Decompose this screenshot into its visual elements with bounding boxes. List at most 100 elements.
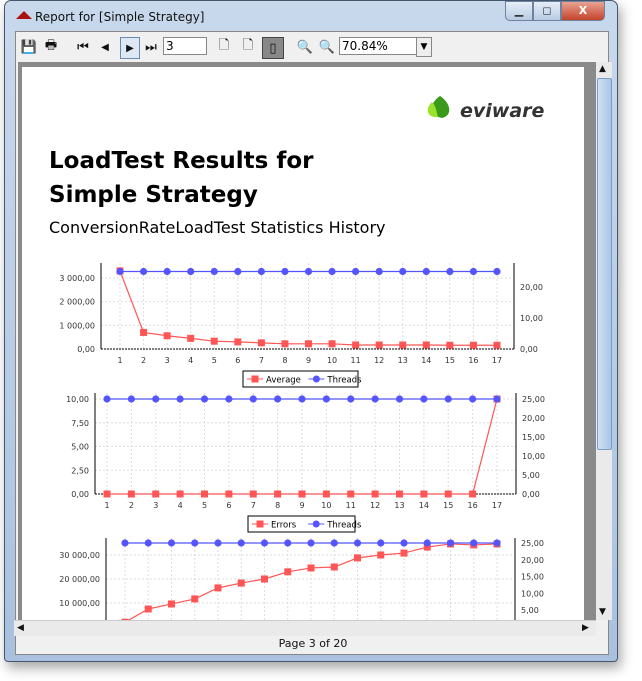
- close-button[interactable]: X: [561, 1, 605, 21]
- data-point-average: [352, 341, 360, 349]
- legend-marker: [312, 520, 320, 528]
- data-point-threads: [214, 539, 222, 547]
- single-page-icon[interactable]: 🗋: [216, 37, 232, 57]
- data-point-average: [328, 340, 336, 348]
- maximize-button[interactable]: ◻: [533, 1, 561, 21]
- page-number-input[interactable]: 3: [163, 37, 207, 55]
- data-point-series1: [144, 605, 152, 613]
- logo-text: eviware: [460, 100, 545, 122]
- vertical-scroll-thumb[interactable]: [597, 78, 612, 450]
- legend-label: Threads: [326, 376, 362, 386]
- report-title-line1: LoadTest Results for: [49, 148, 314, 174]
- right-tick-label: 10,00: [520, 314, 543, 323]
- minimize-button[interactable]: ▁: [505, 1, 533, 21]
- data-point-threads: [399, 267, 407, 276]
- right-tick-label: 20,00: [522, 414, 545, 423]
- previous-page-icon[interactable]: ◀: [98, 37, 112, 57]
- data-point-series1: [261, 575, 268, 583]
- left-tick-label: 10 000,00: [59, 599, 100, 608]
- scroll-down-icon[interactable]: ▼: [599, 607, 606, 617]
- right-tick-label: 0,00: [522, 490, 540, 499]
- data-point-errors: [420, 490, 428, 498]
- x-tick-label: 10: [321, 501, 331, 510]
- data-point-errors: [469, 490, 477, 498]
- x-tick-label: 12: [374, 356, 384, 365]
- legend-label: Threads: [326, 521, 362, 531]
- data-point-threads: [116, 267, 124, 276]
- data-point-threads: [352, 267, 360, 276]
- legend-marker: [312, 375, 320, 383]
- scroll-right-icon[interactable]: ▶: [582, 623, 589, 633]
- scroll-up-icon[interactable]: ▲: [599, 64, 606, 74]
- page-width-icon[interactable]: 🗋: [240, 37, 256, 57]
- data-point-threads: [187, 267, 195, 276]
- right-tick-label: 20,00: [521, 556, 544, 565]
- zoom-select[interactable]: 70.84%: [339, 37, 419, 55]
- data-point-average: [163, 332, 171, 340]
- data-point-average: [422, 341, 430, 349]
- horizontal-scrollbar[interactable]: ◀ ▶: [14, 620, 596, 636]
- first-page-icon[interactable]: ⏮: [76, 37, 90, 57]
- data-point-average: [446, 341, 454, 349]
- zoom-out-icon[interactable]: 🔍: [318, 37, 336, 57]
- x-tick-label: 1: [104, 501, 109, 510]
- data-point-threads: [237, 539, 245, 547]
- left-tick-label: 5,00: [71, 443, 89, 452]
- scroll-left-icon[interactable]: ◀: [17, 623, 24, 633]
- zoom-in-icon[interactable]: 🔍: [296, 37, 314, 57]
- data-point-threads: [163, 267, 171, 276]
- left-tick-label: 0,00: [71, 490, 89, 499]
- report-subtitle: ConversionRateLoadTest Statistics Histor…: [49, 218, 386, 237]
- data-point-threads: [139, 267, 148, 276]
- x-tick-label: 15: [445, 356, 455, 365]
- print-icon[interactable]: 🖶: [42, 37, 60, 57]
- data-point-threads: [152, 395, 160, 403]
- legend-label: Average: [266, 376, 301, 386]
- x-tick-label: 4: [178, 501, 183, 510]
- data-point-series1: [237, 579, 245, 587]
- data-point-average: [281, 340, 289, 348]
- data-point-threads: [347, 395, 355, 403]
- data-point-threads: [307, 539, 315, 547]
- data-point-threads: [444, 395, 452, 403]
- data-point-average: [469, 341, 477, 349]
- data-point-average: [493, 341, 501, 349]
- data-point-errors: [152, 490, 160, 498]
- right-tick-label: 25,00: [522, 395, 545, 404]
- zoom-dropdown-icon[interactable]: ▼: [416, 37, 432, 57]
- page-status: Page 3 of 20: [278, 637, 348, 650]
- save-icon[interactable]: 💾: [20, 37, 38, 57]
- left-tick-label: 0,00: [77, 345, 95, 354]
- whole-page-icon[interactable]: ▯: [262, 37, 284, 59]
- data-point-errors: [127, 490, 135, 498]
- data-point-threads: [423, 539, 431, 547]
- data-point-threads: [469, 267, 478, 276]
- data-point-threads: [375, 267, 383, 276]
- vertical-scrollbar[interactable]: ▲ ▼: [596, 62, 612, 620]
- data-point-threads: [304, 267, 313, 276]
- left-tick-label: 2 000,00: [59, 298, 95, 307]
- data-point-threads: [493, 539, 501, 547]
- x-tick-label: 8: [275, 501, 280, 510]
- next-page-icon[interactable]: ▶: [120, 37, 140, 59]
- data-point-threads: [249, 395, 257, 403]
- data-point-threads: [420, 395, 428, 403]
- report-title-line2: Simple Strategy: [49, 182, 258, 208]
- data-point-errors: [176, 490, 184, 498]
- report-page-viewport[interactable]: eviware LoadTest Results for Simple Stra…: [18, 62, 596, 620]
- x-tick-label: 11: [351, 356, 361, 365]
- data-point-threads: [328, 267, 336, 276]
- x-tick-label: 13: [398, 356, 408, 365]
- x-tick-label: 9: [299, 501, 304, 510]
- data-point-average: [187, 334, 195, 342]
- x-tick-label: 10: [327, 356, 337, 365]
- data-point-series1: [377, 551, 385, 559]
- data-point-threads: [446, 267, 454, 276]
- x-tick-label: 11: [346, 501, 356, 510]
- right-tick-label: 10,00: [522, 452, 545, 461]
- last-page-icon[interactable]: ⏭: [144, 37, 158, 57]
- left-tick-label: 7,50: [71, 419, 89, 428]
- data-point-series1: [307, 564, 315, 572]
- data-point-threads: [167, 539, 176, 547]
- data-point-threads: [103, 395, 111, 403]
